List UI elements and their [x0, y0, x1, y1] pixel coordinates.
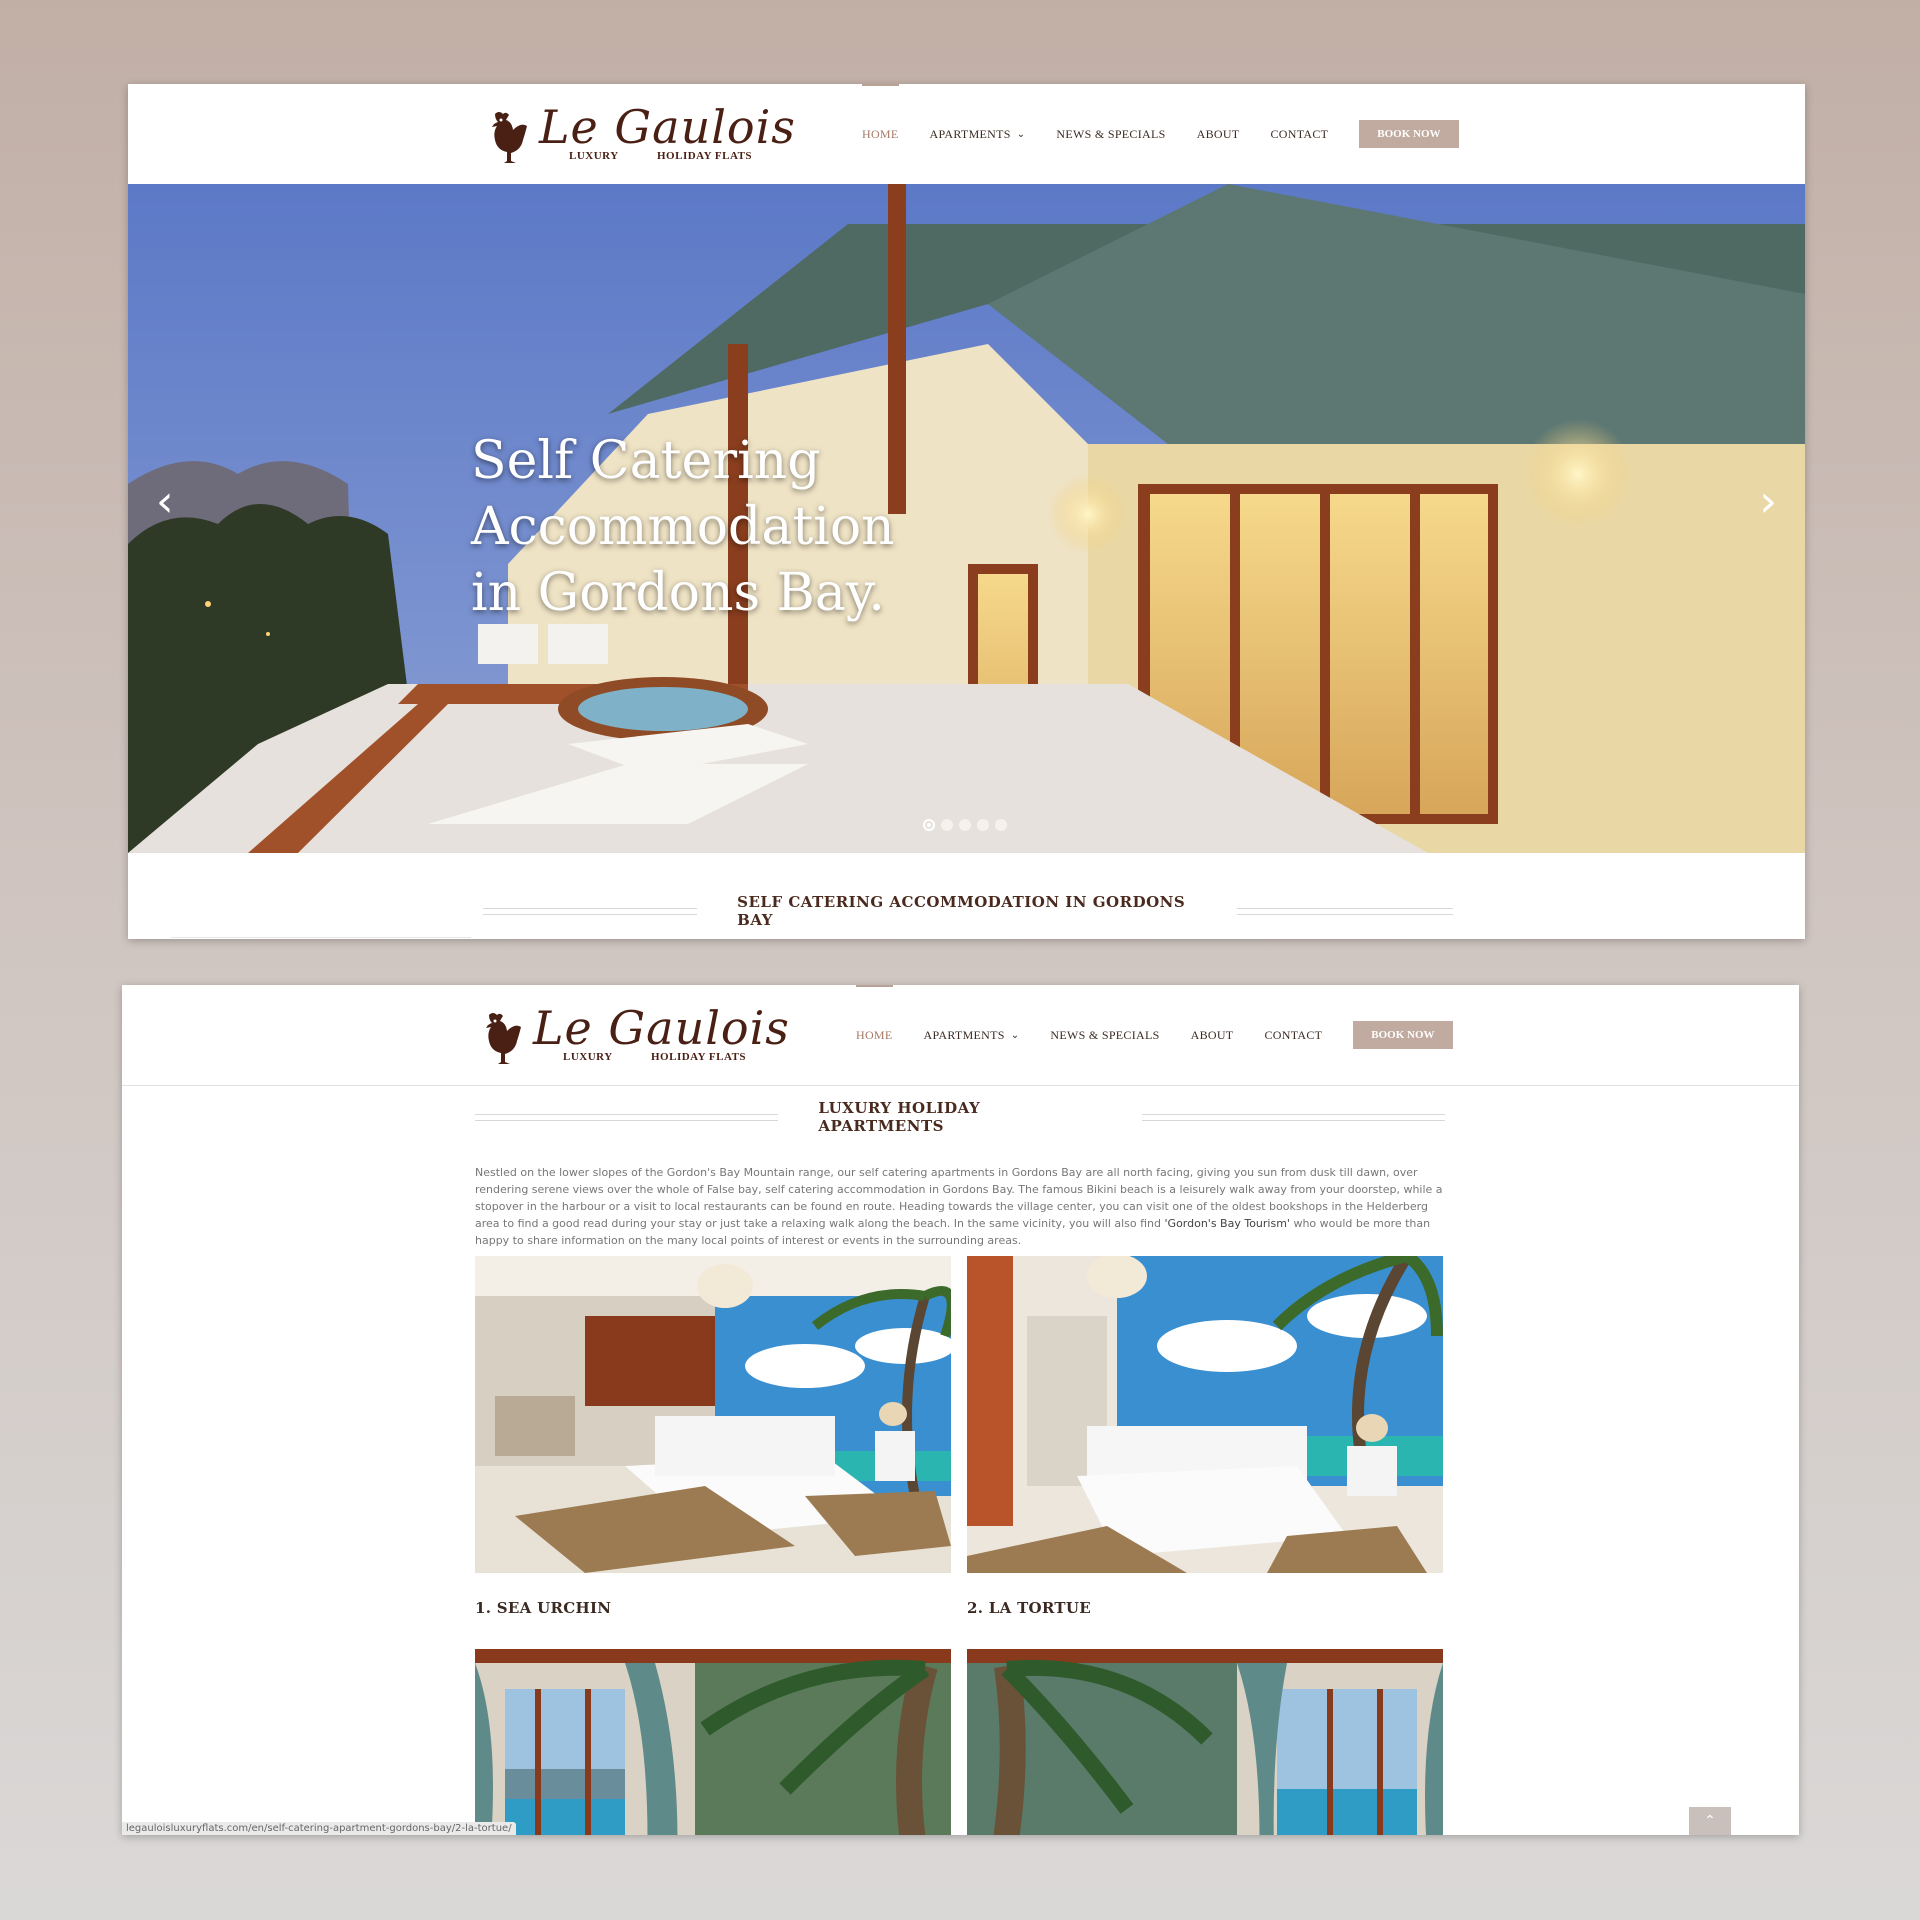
nav-apartments-label: APARTMENTS	[929, 126, 1011, 141]
logo-subtitle-holiday-flats: HOLIDAY FLATS	[657, 150, 753, 162]
nav-news-label: NEWS & SPECIALS	[1050, 1027, 1160, 1042]
apartment-card-4[interactable]	[967, 1649, 1443, 1835]
site-logo[interactable]: Le Gaulois LUXURY HOLIDAY FLATS	[481, 100, 795, 166]
nav-apartments[interactable]: APARTMENTS ⌄	[930, 84, 1026, 184]
site-logo[interactable]: Le Gaulois LUXURY HOLIDAY FLATS	[475, 1001, 789, 1067]
title-divider-right	[1236, 907, 1453, 915]
slider-dot-1[interactable]	[923, 819, 935, 831]
apartment-photo[interactable]	[967, 1649, 1443, 1835]
apartment-name[interactable]: 1. SEA URCHIN	[475, 1599, 951, 1617]
slider-dot-2[interactable]	[941, 819, 953, 831]
nav-about-label: ABOUT	[1196, 126, 1240, 141]
logo-subtitle-holiday-flats: HOLIDAY FLATS	[651, 1051, 747, 1063]
section-title-text: LUXURY HOLIDAY APARTMENTS	[818, 1099, 981, 1135]
nav-home[interactable]: HOME	[856, 985, 893, 1085]
apartment-card-la-tortue[interactable]: 2. LA TORTUE	[967, 1256, 1443, 1617]
logo-subtitle-luxury: LUXURY	[563, 1051, 613, 1063]
chevron-down-icon: ⌄	[1010, 1029, 1020, 1041]
nav-about[interactable]: ABOUT	[1191, 985, 1234, 1085]
divider	[171, 937, 471, 938]
book-now-button[interactable]: BOOK NOW	[1359, 120, 1459, 148]
chevron-down-icon: ⌄	[1016, 128, 1026, 140]
nav-news-specials[interactable]: NEWS & SPECIALS	[1050, 985, 1159, 1085]
gordons-bay-tourism-link[interactable]: 'Gordon's Bay Tourism'	[1165, 1217, 1290, 1230]
apartment-card-sea-urchin[interactable]: 1. SEA URCHIN	[475, 1256, 951, 1617]
section-title-self-catering: SELF CATERING ACCOMMODATION IN GORDONS B…	[483, 893, 1453, 929]
nav-home[interactable]: HOME	[862, 84, 899, 184]
nav-apartments-label: APARTMENTS	[923, 1027, 1005, 1042]
browser-status-url: legauloisluxuryflats.com/en/self-caterin…	[122, 1822, 516, 1835]
rooster-icon	[486, 1013, 521, 1064]
nav-home-label: HOME	[856, 1027, 893, 1042]
slider-next-arrow-icon[interactable]: ›	[1759, 480, 1777, 524]
hero-slider: Self Catering Accommodation in Gordons B…	[128, 184, 1805, 853]
hero-title-line-1: Self Catering Accommodation	[471, 431, 895, 557]
nav-about-label: ABOUT	[1190, 1027, 1234, 1042]
title-divider-left	[475, 1113, 779, 1121]
nav-contact[interactable]: CONTACT	[1264, 985, 1322, 1085]
chevron-up-icon: ⌃	[1704, 1813, 1716, 1829]
nav-apartments[interactable]: APARTMENTS ⌄	[924, 985, 1020, 1085]
slider-dot-5[interactable]	[995, 819, 1007, 831]
bedroom-photo-image	[967, 1649, 1443, 1835]
bedroom-photo-image	[475, 1649, 951, 1835]
apartment-card-3[interactable]	[475, 1649, 951, 1835]
scroll-to-top-button[interactable]: ⌃	[1689, 1807, 1731, 1835]
nav-news-label: NEWS & SPECIALS	[1056, 126, 1166, 141]
apartment-photo[interactable]	[967, 1256, 1443, 1573]
section-title-luxury-apartments: LUXURY HOLIDAY APARTMENTS	[475, 1099, 1445, 1135]
site-header: Le Gaulois LUXURY HOLIDAY FLATS HOME APA…	[128, 84, 1805, 184]
intro-paragraph: Nestled on the lower slopes of the Gordo…	[475, 1164, 1447, 1249]
section-title-text: SELF CATERING ACCOMMODATION IN GORDONS B…	[737, 893, 1186, 929]
homepage-screenshot-apartments: Le Gaulois LUXURY HOLIDAY FLATS HOME APA…	[122, 985, 1799, 1835]
homepage-screenshot-top: Le Gaulois LUXURY HOLIDAY FLATS HOME APA…	[128, 84, 1805, 939]
slider-prev-arrow-icon[interactable]: ‹	[156, 480, 174, 524]
nav-news-specials[interactable]: NEWS & SPECIALS	[1056, 84, 1165, 184]
main-nav: HOME APARTMENTS ⌄ NEWS & SPECIALS ABOUT C…	[856, 985, 1453, 1085]
slider-dot-3[interactable]	[959, 819, 971, 831]
hero-title-line-2: in Gordons Bay.	[471, 563, 885, 623]
logo-brand-text: Le Gaulois	[539, 100, 796, 154]
apartment-photo[interactable]	[475, 1649, 951, 1835]
bedroom-photo-image	[475, 1256, 951, 1573]
nav-about[interactable]: ABOUT	[1197, 84, 1240, 184]
apartment-photo[interactable]	[475, 1256, 951, 1573]
rooster-icon	[492, 112, 527, 163]
book-now-button[interactable]: BOOK NOW	[1353, 1021, 1453, 1049]
slider-pagination	[923, 819, 1007, 831]
nav-home-label: HOME	[862, 126, 899, 141]
slider-dot-4[interactable]	[977, 819, 989, 831]
title-divider-left	[483, 907, 698, 915]
title-divider-right	[1141, 1113, 1445, 1121]
logo-subtitle-luxury: LUXURY	[569, 150, 619, 162]
logo-brand-text: Le Gaulois	[533, 1001, 790, 1055]
nav-contact[interactable]: CONTACT	[1270, 84, 1328, 184]
nav-contact-label: CONTACT	[1264, 1027, 1323, 1042]
nav-contact-label: CONTACT	[1270, 126, 1329, 141]
hero-title: Self Catering Accommodation in Gordons B…	[471, 428, 1231, 626]
site-header-sticky: Le Gaulois LUXURY HOLIDAY FLATS HOME APA…	[122, 985, 1799, 1086]
apartment-name[interactable]: 2. LA TORTUE	[967, 1599, 1443, 1617]
main-nav: HOME APARTMENTS ⌄ NEWS & SPECIALS ABOUT C…	[862, 84, 1459, 184]
bedroom-photo-image	[967, 1256, 1443, 1573]
